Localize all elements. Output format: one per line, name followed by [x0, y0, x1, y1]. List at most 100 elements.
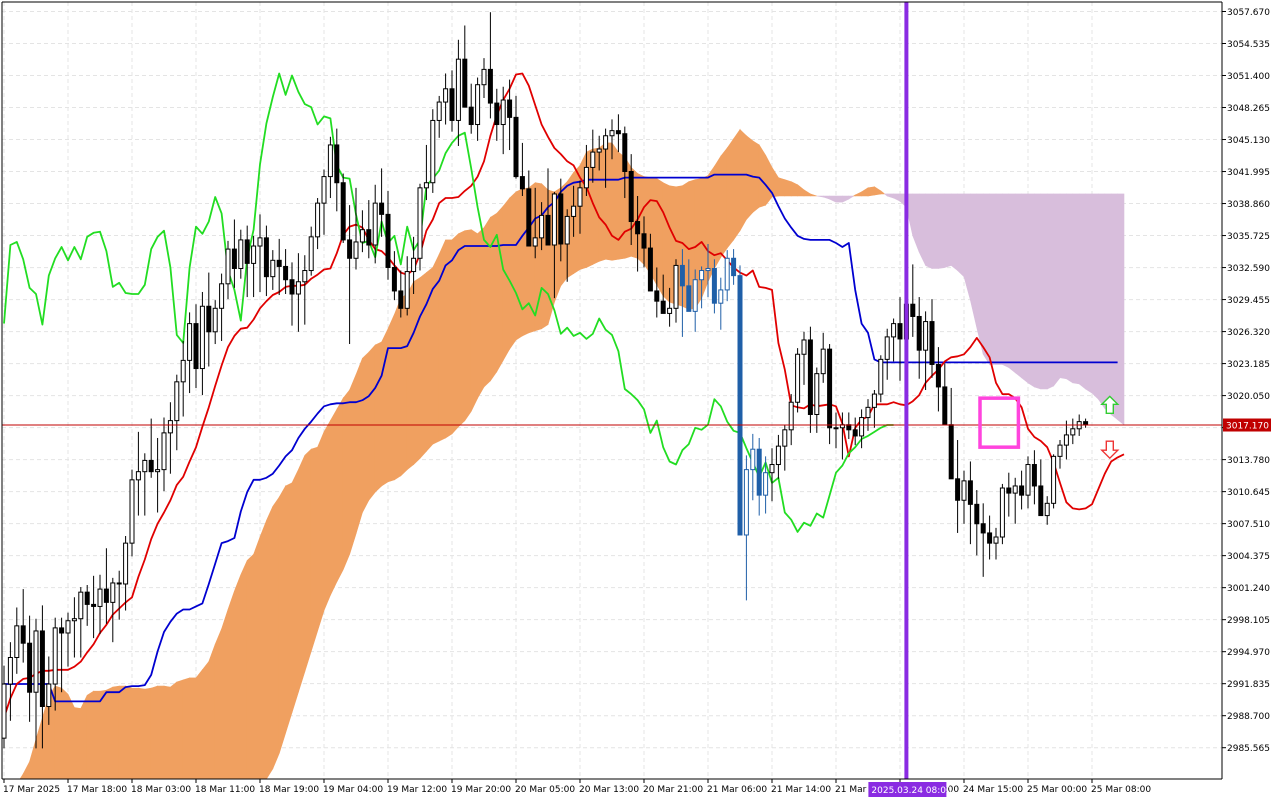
candle-body-up[interactable]: [33, 630, 39, 693]
candle-body-up[interactable]: [878, 358, 884, 395]
candle-body-up[interactable]: [180, 359, 186, 383]
candle-body-down[interactable]: [289, 279, 295, 295]
candle-body-up[interactable]: [71, 618, 77, 622]
candle-body-up[interactable]: [763, 472, 769, 496]
candle-body-up[interactable]: [46, 683, 52, 708]
candle-body-up[interactable]: [923, 321, 929, 351]
candle-body-down[interactable]: [929, 321, 935, 365]
candle-body-down[interactable]: [462, 58, 468, 108]
candle-body-up[interactable]: [423, 182, 429, 189]
candle-body-down[interactable]: [942, 386, 948, 426]
candle-body-up[interactable]: [999, 487, 1005, 538]
candle-body-down[interactable]: [935, 363, 941, 388]
candle-body-down[interactable]: [398, 290, 404, 309]
candle-body-down[interactable]: [1038, 485, 1044, 517]
candle-body-up[interactable]: [705, 267, 711, 272]
candle-body-up[interactable]: [2, 683, 7, 739]
candle-body-down[interactable]: [20, 625, 26, 644]
candle-body-up[interactable]: [199, 305, 205, 370]
candle-body-up[interactable]: [14, 625, 20, 658]
candle-body-up[interactable]: [1025, 464, 1031, 496]
candle-body-down[interactable]: [615, 130, 621, 135]
candle-body-down[interactable]: [967, 480, 973, 505]
candle-body-down[interactable]: [334, 144, 340, 184]
candle-body-down[interactable]: [622, 133, 628, 172]
candle-body-up[interactable]: [7, 656, 13, 685]
candle-body-down[interactable]: [647, 247, 653, 292]
candle-body-up[interactable]: [110, 582, 116, 603]
candle-body-down[interactable]: [679, 264, 685, 287]
candle-body-up[interactable]: [539, 214, 545, 239]
candle-body-up[interactable]: [891, 323, 897, 338]
candle-body-down[interactable]: [385, 213, 391, 268]
candle-body-up[interactable]: [174, 381, 180, 422]
candle-body-down[interactable]: [347, 239, 353, 259]
candle-body-down[interactable]: [244, 239, 250, 264]
candle-body-down[interactable]: [366, 229, 372, 246]
candle-body-down[interactable]: [84, 591, 90, 605]
candle-body-down[interactable]: [193, 323, 199, 370]
candle-body-down[interactable]: [654, 290, 660, 302]
candle-body-down[interactable]: [91, 603, 97, 607]
candle-body-up[interactable]: [142, 459, 148, 473]
candle-body-up[interactable]: [212, 307, 218, 333]
candle-body-up[interactable]: [1057, 444, 1063, 457]
candle-body-up[interactable]: [135, 471, 141, 481]
candle-body-up[interactable]: [590, 151, 596, 168]
candle-body-down[interactable]: [955, 478, 961, 501]
candle-body-down[interactable]: [827, 348, 833, 429]
candle-body-down[interactable]: [340, 182, 346, 241]
candle-body-up[interactable]: [475, 84, 481, 126]
candle-body-up[interactable]: [359, 229, 365, 243]
candle-body-up[interactable]: [833, 427, 839, 430]
candle-body-up[interactable]: [78, 591, 84, 620]
candle-body-down[interactable]: [148, 459, 154, 473]
candle-body-up[interactable]: [692, 279, 698, 312]
candle-body-down[interactable]: [628, 170, 634, 223]
candle-body-up[interactable]: [257, 237, 263, 247]
candle-body-up[interactable]: [961, 480, 967, 501]
candle-body-down[interactable]: [948, 424, 954, 480]
candle-body-up[interactable]: [321, 176, 327, 204]
candle-body-down[interactable]: [1019, 485, 1025, 496]
candle-body-down[interactable]: [27, 642, 33, 693]
candle-body-down[interactable]: [59, 627, 65, 634]
candle-body-up[interactable]: [404, 271, 410, 309]
candle-body-down[interactable]: [391, 266, 397, 292]
candle-body-up[interactable]: [724, 257, 730, 291]
candle-body-down[interactable]: [974, 503, 980, 525]
ichimoku-candlestick-chart[interactable]: 3057.670 3054.535 3051.400 3048.265 3045.130…: [0, 0, 1280, 800]
candle-body-up[interactable]: [372, 202, 378, 246]
candle-body-up[interactable]: [52, 627, 58, 685]
candle-body-up[interactable]: [238, 239, 244, 269]
candle-body-down[interactable]: [807, 339, 813, 415]
candle-body-down[interactable]: [916, 315, 922, 351]
candle-body-down[interactable]: [635, 221, 641, 235]
candle-body-up[interactable]: [155, 469, 161, 473]
candle-body-down[interactable]: [852, 429, 858, 437]
candle-body-up[interactable]: [1063, 434, 1069, 446]
candle-body-up[interactable]: [769, 464, 775, 474]
candle-body-down[interactable]: [513, 116, 519, 178]
candle-body-down[interactable]: [731, 257, 737, 277]
candle-body-up[interactable]: [750, 448, 756, 471]
candle-body-up[interactable]: [481, 68, 487, 86]
candle-body-up[interactable]: [820, 348, 826, 375]
candle-body-down[interactable]: [519, 176, 525, 190]
candle-body-up[interactable]: [225, 248, 231, 285]
candle-body-up[interactable]: [123, 542, 129, 585]
candle-body-up[interactable]: [718, 289, 724, 304]
price-chart[interactable]: 3057.670 3054.535 3051.400 3048.265 3045.130…: [0, 0, 1280, 800]
candle-body-up[interactable]: [353, 241, 359, 259]
candle-body-up[interactable]: [455, 58, 461, 121]
candle-body-up[interactable]: [865, 406, 871, 419]
candle-body-down[interactable]: [263, 237, 269, 278]
candle-body-down[interactable]: [756, 448, 762, 496]
candle-body-up[interactable]: [1044, 502, 1050, 517]
candle-body-up[interactable]: [551, 193, 557, 246]
candle-body-up[interactable]: [743, 469, 749, 536]
candle-body-up[interactable]: [801, 339, 807, 355]
candle-body-up[interactable]: [571, 205, 577, 217]
candle-body-up[interactable]: [161, 432, 167, 471]
candle-body-up[interactable]: [667, 307, 673, 314]
